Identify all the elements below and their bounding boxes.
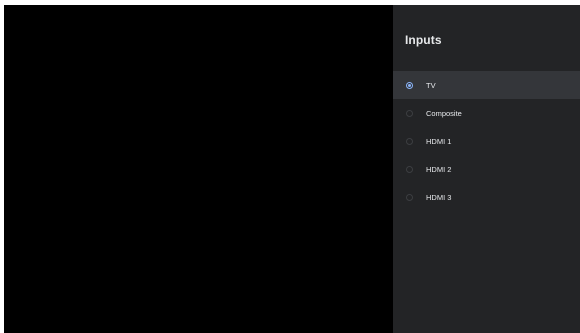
input-label: TV bbox=[426, 80, 436, 90]
input-item-tv[interactable]: TV bbox=[393, 71, 580, 99]
inputs-panel: Inputs TV Composite HDMI 1 HDMI 2 HDMI 3 bbox=[393, 5, 580, 333]
panel-title: Inputs bbox=[405, 33, 442, 47]
inputs-list: TV Composite HDMI 1 HDMI 2 HDMI 3 bbox=[393, 71, 580, 211]
radio-unselected-icon bbox=[406, 165, 413, 173]
input-item-hdmi-1[interactable]: HDMI 1 bbox=[393, 127, 580, 155]
radio-unselected-icon bbox=[406, 193, 413, 201]
input-item-composite[interactable]: Composite bbox=[393, 99, 580, 127]
input-label: HDMI 3 bbox=[426, 192, 452, 202]
input-label: HDMI 1 bbox=[426, 136, 452, 146]
input-label: HDMI 2 bbox=[426, 164, 452, 174]
input-label: Composite bbox=[426, 108, 462, 118]
input-item-hdmi-3[interactable]: HDMI 3 bbox=[393, 183, 580, 211]
radio-unselected-icon bbox=[406, 109, 413, 117]
radio-unselected-icon bbox=[406, 137, 413, 145]
tv-screen: Inputs TV Composite HDMI 1 HDMI 2 HDMI 3 bbox=[4, 5, 580, 333]
radio-selected-icon bbox=[406, 81, 413, 89]
input-item-hdmi-2[interactable]: HDMI 2 bbox=[393, 155, 580, 183]
